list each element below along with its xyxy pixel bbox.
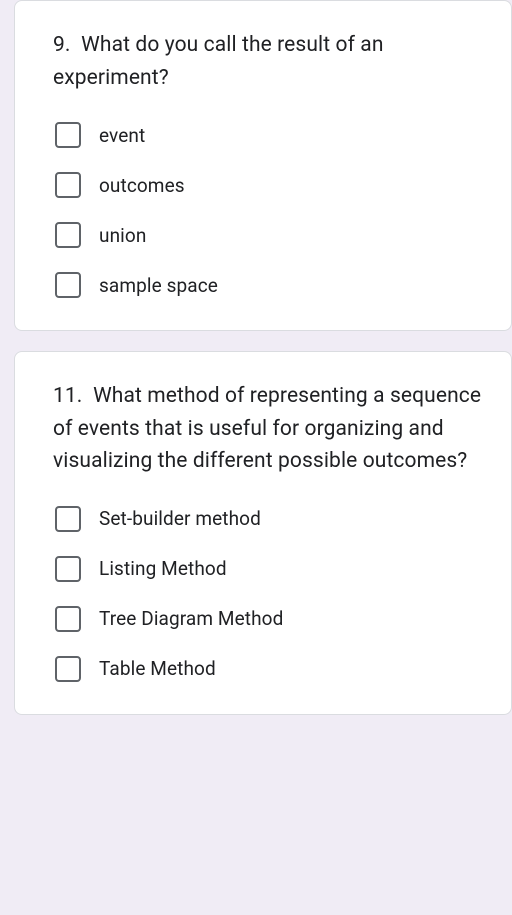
option-listing-method[interactable]: Listing Method	[55, 556, 483, 582]
question-body: What method of representing a sequence o…	[53, 384, 481, 473]
checkbox-icon	[55, 122, 81, 148]
question-number: 11.	[53, 384, 82, 408]
options-list: Set-builder method Listing Method Tree D…	[53, 506, 483, 682]
question-number: 9.	[53, 33, 71, 57]
option-label: Listing Method	[99, 557, 227, 580]
option-table-method[interactable]: Table Method	[55, 656, 483, 682]
option-label: sample space	[99, 274, 218, 297]
option-event[interactable]: event	[55, 122, 483, 148]
question-card-9: 9. What do you call the result of an exp…	[14, 0, 512, 331]
options-list: event outcomes union sample space	[53, 122, 483, 298]
option-set-builder-method[interactable]: Set-builder method	[55, 506, 483, 532]
checkbox-icon	[55, 506, 81, 532]
checkbox-icon	[55, 172, 81, 198]
option-label: Table Method	[99, 657, 216, 680]
checkbox-icon	[55, 556, 81, 582]
checkbox-icon	[55, 606, 81, 632]
option-label: event	[99, 124, 145, 147]
question-text: 11. What method of representing a sequen…	[53, 380, 483, 478]
question-text: 9. What do you call the result of an exp…	[53, 29, 483, 94]
option-label: outcomes	[99, 174, 185, 197]
option-union[interactable]: union	[55, 222, 483, 248]
option-outcomes[interactable]: outcomes	[55, 172, 483, 198]
option-sample-space[interactable]: sample space	[55, 272, 483, 298]
option-label: Set-builder method	[99, 507, 261, 530]
checkbox-icon	[55, 222, 81, 248]
option-label: Tree Diagram Method	[99, 607, 283, 630]
option-label: union	[99, 224, 146, 247]
question-card-11: 11. What method of representing a sequen…	[14, 351, 512, 715]
checkbox-icon	[55, 272, 81, 298]
option-tree-diagram-method[interactable]: Tree Diagram Method	[55, 606, 483, 632]
checkbox-icon	[55, 656, 81, 682]
question-body: What do you call the result of an experi…	[53, 33, 384, 90]
